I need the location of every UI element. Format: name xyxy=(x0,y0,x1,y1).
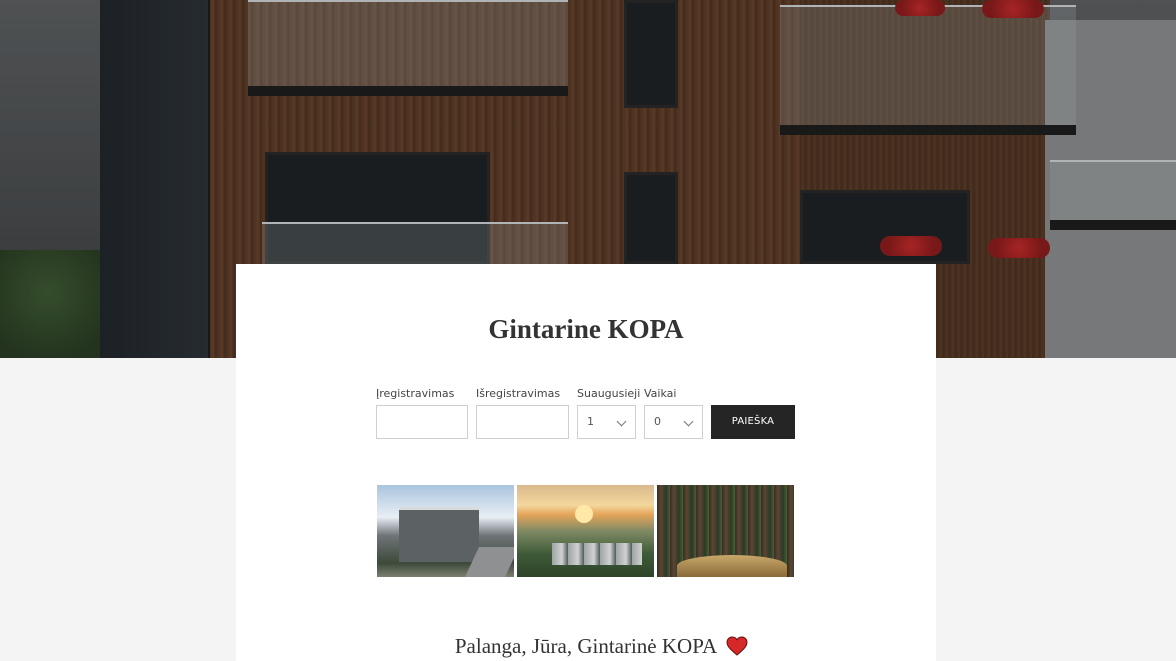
gallery-image-sunset[interactable] xyxy=(517,485,654,577)
adults-select[interactable]: 1 xyxy=(577,405,636,439)
children-value: 0 xyxy=(654,415,661,428)
heart-icon xyxy=(726,636,748,656)
gallery-image-building[interactable] xyxy=(377,485,514,577)
adults-value: 1 xyxy=(587,415,594,428)
search-button[interactable]: PAIEŠKA xyxy=(711,405,795,439)
hotel-tagline: Palanga, Jūra, Gintarinė KOPA xyxy=(236,634,936,659)
tagline-text: Palanga, Jūra, Gintarinė KOPA xyxy=(454,634,718,658)
children-label: Vaikai xyxy=(644,387,677,400)
children-select[interactable]: 0 xyxy=(644,405,703,439)
checkin-label: Įregistravimas xyxy=(376,387,455,400)
adults-label: Suaugusieji xyxy=(577,387,641,400)
checkout-input[interactable] xyxy=(476,405,569,439)
chevron-down-icon xyxy=(616,416,627,427)
hotel-title: Gintarine KOPA xyxy=(488,314,684,344)
checkout-label: Išregistravimas xyxy=(476,387,561,400)
checkin-input[interactable] xyxy=(376,405,468,439)
chevron-down-icon xyxy=(683,416,694,427)
gallery-image-forest[interactable] xyxy=(657,485,794,577)
booking-card: Gintarine KOPA Įregistravimas Išregistra… xyxy=(236,264,936,661)
